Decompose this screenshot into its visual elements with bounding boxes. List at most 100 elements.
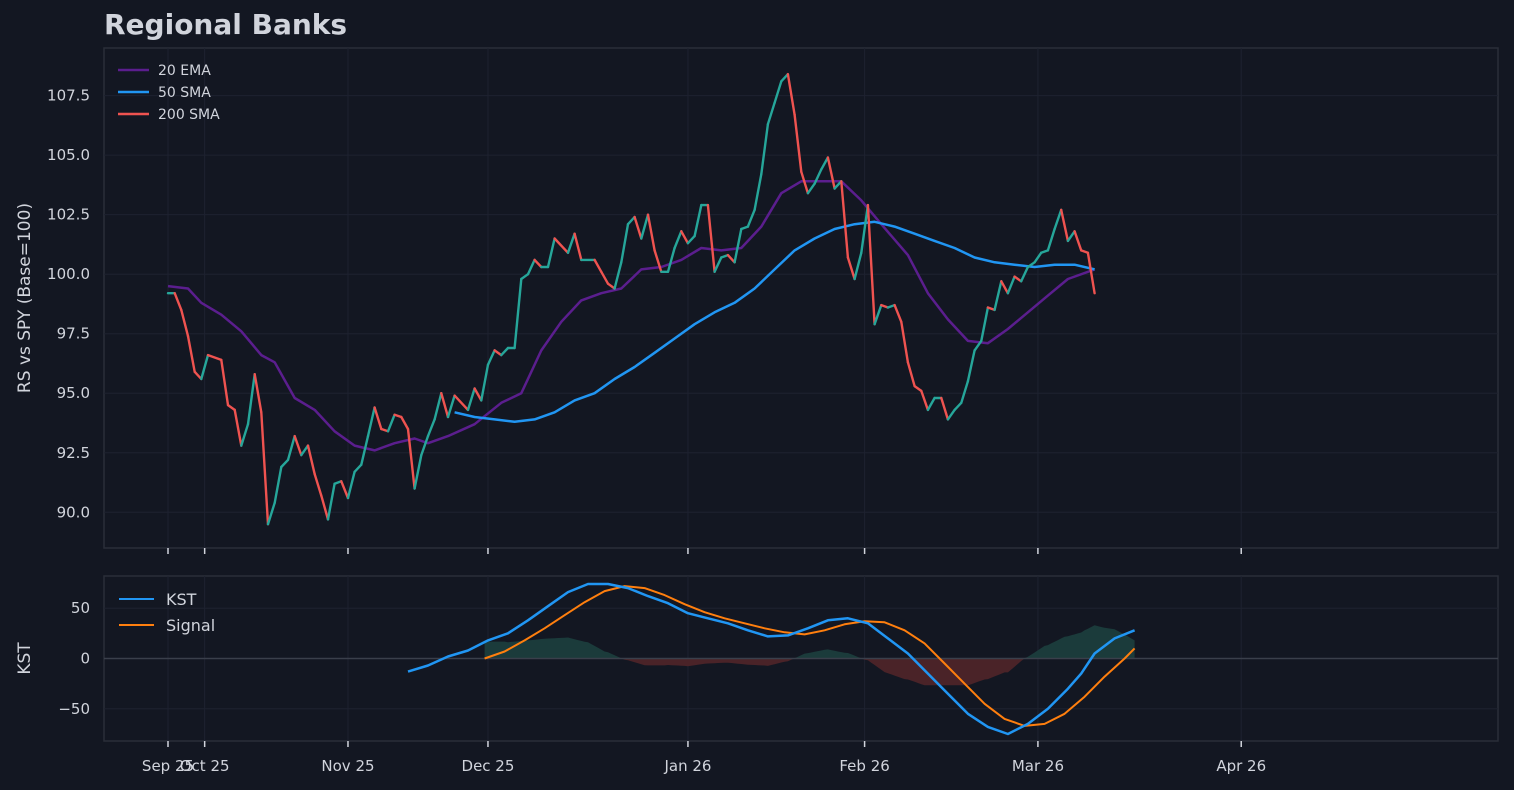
price-segment xyxy=(293,434,303,457)
price-segment xyxy=(266,501,276,526)
legend-label: 200 SMA xyxy=(158,107,220,123)
price-segment xyxy=(353,463,363,473)
price-segment xyxy=(546,237,556,269)
rs-y-tick-label: 92.5 xyxy=(57,444,90,462)
price-segment xyxy=(786,72,796,116)
price-segment xyxy=(433,392,443,421)
x-tick-label: Mar 26 xyxy=(1012,757,1064,775)
price-segment xyxy=(533,258,543,269)
rs-y-tick-label: 107.5 xyxy=(47,87,90,105)
rs-y-tick-label: 95.0 xyxy=(57,384,90,402)
price-segment xyxy=(206,353,223,362)
price-segment xyxy=(286,434,296,462)
price-segment xyxy=(760,122,770,176)
price-segment xyxy=(500,346,510,357)
price-segment xyxy=(480,363,490,402)
price-segment xyxy=(1046,227,1056,252)
price-segment xyxy=(873,303,883,326)
price-segment xyxy=(566,232,576,255)
legend-label: 20 EMA xyxy=(158,63,211,79)
price-segment xyxy=(553,237,570,255)
price-segment xyxy=(233,408,243,447)
price-segment xyxy=(593,258,603,273)
price-segment xyxy=(226,403,236,412)
price-segment xyxy=(686,234,696,245)
price-segment xyxy=(966,349,976,383)
kst-y-axis-label: KST xyxy=(15,642,35,675)
price-segment xyxy=(906,361,916,388)
price-segment xyxy=(640,213,650,240)
price-segment xyxy=(753,172,763,212)
price-segment xyxy=(626,215,636,226)
rs-y-tick-label: 97.5 xyxy=(57,325,90,343)
x-tick-label: Jan 26 xyxy=(663,757,711,775)
price-segment xyxy=(733,227,743,264)
price-segment xyxy=(1073,230,1083,252)
price-segment xyxy=(853,251,863,281)
kst-y-tick-label: −50 xyxy=(58,700,90,718)
price-segment xyxy=(600,270,610,285)
kst-y-tick-label: 50 xyxy=(71,599,90,617)
price-segment xyxy=(280,458,290,469)
price-segment xyxy=(526,258,536,276)
x-tick-label: Oct 25 xyxy=(180,757,230,775)
price-segment xyxy=(246,373,256,426)
price-segment xyxy=(673,230,683,250)
price-segment xyxy=(193,370,203,381)
price-segment xyxy=(633,215,643,240)
price-segment xyxy=(313,473,323,497)
price-segment xyxy=(273,465,283,504)
price-segment xyxy=(1006,275,1016,295)
price-segment xyxy=(893,303,903,323)
price-segment xyxy=(746,208,756,228)
price-segment xyxy=(926,396,936,412)
rs-y-tick-label: 105.0 xyxy=(47,146,90,164)
price-segment xyxy=(620,222,630,264)
price-segment xyxy=(980,306,990,343)
rs-y-tick-label: 100.0 xyxy=(47,265,90,283)
rs-y-axis-label: RS vs SPY (Base=100) xyxy=(15,203,35,393)
price-segment xyxy=(413,453,423,490)
price-segment xyxy=(693,203,703,238)
price-segment xyxy=(946,408,956,421)
price-segment xyxy=(440,392,450,419)
price-segment xyxy=(453,394,470,412)
price-segment xyxy=(960,380,970,404)
kst-y-tick-label: 0 xyxy=(80,650,90,668)
price-segment xyxy=(320,494,330,521)
price-segment xyxy=(360,434,370,466)
price-segment xyxy=(900,320,910,364)
price-segment xyxy=(793,113,803,174)
price-segment xyxy=(713,256,723,273)
price-segment xyxy=(346,470,356,500)
price-segment xyxy=(340,480,350,500)
chart-canvas: 90.0 92.5 95.0 97.5 100.0 102.5 105.0 107.5 RS v… xyxy=(15,47,1499,775)
price-segment xyxy=(646,213,656,252)
price-segment xyxy=(840,180,850,259)
price-segment xyxy=(666,246,676,273)
price-segment xyxy=(953,401,963,412)
price-segment xyxy=(766,101,776,126)
price-segment xyxy=(1086,251,1096,295)
legend-label: Signal xyxy=(166,616,215,635)
price-segment xyxy=(806,182,816,195)
x-tick-label: Feb 26 xyxy=(839,757,889,775)
price-segment xyxy=(180,308,190,338)
price-segment xyxy=(426,418,436,438)
price-segment xyxy=(446,394,456,419)
price-segment xyxy=(473,387,483,402)
rs-y-tick-label: 102.5 xyxy=(47,206,90,224)
x-tick-label: Nov 25 xyxy=(321,757,374,775)
price-segment xyxy=(1066,230,1076,243)
price-segment xyxy=(220,358,230,407)
price-segment xyxy=(466,387,476,412)
price-segment xyxy=(306,444,316,476)
price-segment xyxy=(940,396,950,421)
price-segment xyxy=(420,434,430,457)
price-segment xyxy=(913,384,923,393)
price-segment xyxy=(240,423,250,447)
legend-label: 50 SMA xyxy=(158,85,211,101)
kst-hist-positive xyxy=(484,625,1135,659)
rs-frame xyxy=(103,47,1499,549)
price-segment xyxy=(493,349,503,357)
